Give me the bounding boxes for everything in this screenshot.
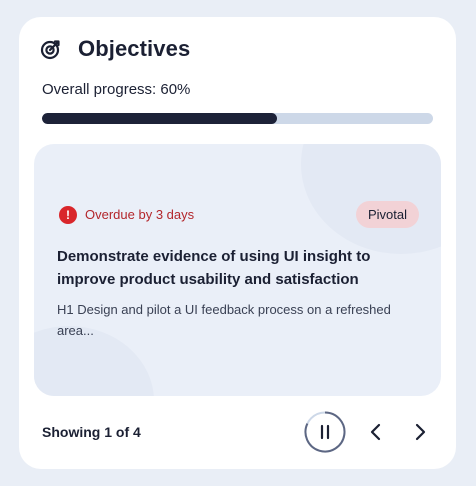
progress-bar-fill [42, 113, 277, 124]
priority-badge: Pivotal [355, 201, 419, 228]
previous-button[interactable] [361, 417, 391, 447]
objectives-card: Objectives Overall progress: 60% ! Overd… [19, 17, 456, 469]
card-title: Objectives [78, 36, 191, 61]
carousel-controls [303, 410, 435, 454]
next-button[interactable] [405, 417, 435, 447]
objective-description: H1 Design and pilot a UI feedback proces… [57, 302, 391, 338]
objective-status-row: ! Overdue by 3 days Pivotal [59, 201, 419, 228]
objective-title: Demonstrate evidence of using UI insight… [57, 248, 371, 288]
overdue-status: ! Overdue by 3 days [59, 205, 195, 224]
chevron-left-icon [370, 423, 381, 441]
pause-icon [304, 411, 346, 453]
overdue-text: Overdue by 3 days [85, 207, 195, 222]
alert-circle-icon: ! [59, 205, 77, 224]
target-icon [40, 38, 62, 60]
pagination-footer: Showing 1 of 4 [42, 410, 435, 454]
objective-slide[interactable]: ! Overdue by 3 days Pivotal Demonstrate … [34, 144, 441, 396]
decorative-shape [301, 144, 441, 254]
card-header: Objectives [40, 34, 190, 64]
overall-progress-label: Overall progress: 60% [42, 81, 191, 98]
overall-progress-bar [42, 113, 433, 124]
chevron-right-icon [415, 423, 426, 441]
pagination-status: Showing 1 of 4 [42, 424, 141, 440]
pause-button[interactable] [303, 410, 347, 454]
